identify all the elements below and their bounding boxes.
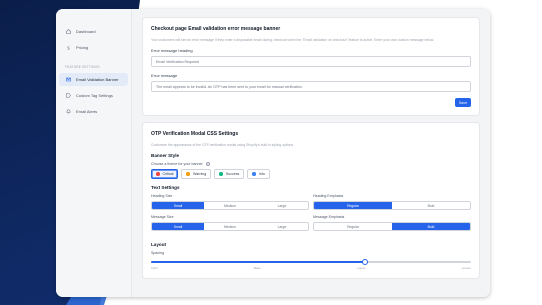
sidebar-item-label: Email Validation Banner — [76, 77, 119, 82]
heading-size-segmented: Small Medium Large — [151, 201, 309, 210]
theme-success-button[interactable]: Success — [214, 169, 245, 179]
spacing-slider[interactable] — [151, 258, 471, 266]
sidebar-item-label: Dashboard — [76, 29, 96, 34]
sidebar: Dashboard $ Pricing Feature Settings Ema… — [56, 9, 132, 297]
success-dot-icon — [219, 172, 223, 176]
theme-critical-button[interactable]: Critical — [151, 169, 179, 179]
layout-heading: Layout — [151, 242, 167, 247]
heading-size-large[interactable]: Large — [256, 202, 308, 209]
bell-icon — [65, 109, 71, 114]
sidebar-item-label: Email Alerts — [76, 109, 98, 114]
card-description: Customize the appearance of the OTP veri… — [151, 143, 295, 147]
theme-warning-button[interactable]: Warning — [181, 169, 212, 179]
theme-info-button[interactable]: Info — [247, 169, 270, 179]
info-dot-icon — [252, 172, 256, 176]
card-title: Checkout page Email validation error mes… — [151, 26, 281, 32]
message-emphasis-segmented: Regular Bold — [313, 222, 471, 231]
card-title: OTP Verification Modal CSS Settings — [151, 131, 239, 137]
message-size-large[interactable]: Large — [256, 223, 308, 230]
dollar-icon: $ — [65, 45, 71, 51]
main-content: Checkout page Email validation error mes… — [132, 9, 490, 297]
tick-label: Loose — [357, 266, 366, 270]
sidebar-item-dashboard[interactable]: Dashboard — [59, 25, 128, 38]
theme-label: Info — [258, 172, 265, 176]
otp-settings-card: OTP Verification Modal CSS Settings Cust… — [142, 122, 480, 279]
sidebar-item-label: Pricing — [76, 45, 89, 50]
slider-fill — [151, 261, 366, 263]
sidebar-item-label: Custom Tag Settings — [76, 93, 113, 98]
message-size-medium[interactable]: Medium — [204, 223, 256, 230]
tag-icon — [65, 93, 71, 98]
sidebar-item-email-alerts[interactable]: Email Alerts — [59, 105, 128, 118]
sidebar-item-email-validation-banner[interactable]: Email Validation Banner — [59, 73, 128, 86]
save-button[interactable]: Save — [455, 98, 471, 107]
heading-size-label: Heading Size — [151, 194, 173, 198]
message-field-label: Error message — [151, 73, 178, 78]
heading-size-small[interactable]: Small — [152, 202, 204, 209]
tick-label: Looser — [461, 266, 471, 270]
theme-options: Critical Warning Success Info — [151, 169, 471, 179]
theme-choose-text: Choose a theme for your banner — [151, 162, 203, 166]
message-size-label: Message Size — [151, 215, 174, 219]
heading-emphasis-label: Heading Emphasis — [313, 194, 344, 198]
theme-label: Warning — [192, 172, 207, 176]
slider-thumb[interactable] — [362, 258, 369, 265]
error-message-input[interactable]: The email appears to be invalid. An OTP … — [151, 81, 471, 92]
banner-style-heading: Banner Style — [151, 153, 180, 158]
theme-label: Critical — [162, 172, 174, 176]
error-heading-input[interactable]: Email Verification Required — [151, 56, 471, 67]
sidebar-item-pricing[interactable]: $ Pricing — [59, 41, 128, 54]
message-emphasis-label: Message Emphasis — [313, 215, 345, 219]
home-icon — [65, 29, 71, 34]
spacing-ticks: Tight Base Loose Looser — [151, 266, 471, 270]
tick-label: Base — [253, 266, 261, 270]
theme-choose-label: Choose a theme for your banner ? — [151, 162, 471, 166]
help-icon[interactable]: ? — [205, 162, 210, 166]
message-size-small[interactable]: Small — [152, 223, 204, 230]
text-settings-heading: Text Settings — [151, 185, 180, 190]
critical-dot-icon — [156, 172, 160, 176]
message-emphasis-bold[interactable]: Bold — [392, 223, 470, 230]
theme-label: Success — [225, 172, 240, 176]
heading-size-medium[interactable]: Medium — [204, 202, 256, 209]
spacing-label: Spacing — [151, 251, 164, 255]
email-banner-card: Checkout page Email validation error mes… — [142, 17, 480, 116]
svg-text:$: $ — [67, 46, 70, 51]
heading-emphasis-regular[interactable]: Regular — [314, 202, 392, 209]
heading-field-label: Error message heading — [151, 48, 193, 53]
message-size-segmented: Small Medium Large — [151, 222, 309, 231]
message-emphasis-regular[interactable]: Regular — [314, 223, 392, 230]
sidebar-section-title: Feature Settings — [65, 65, 100, 69]
card-description: Your customers will see an error message… — [151, 38, 435, 42]
sidebar-item-custom-tag-settings[interactable]: Custom Tag Settings — [59, 89, 128, 102]
warning-dot-icon — [186, 172, 190, 176]
app-window: Dashboard $ Pricing Feature Settings Ema… — [56, 9, 490, 297]
heading-emphasis-bold[interactable]: Bold — [392, 202, 470, 209]
mail-icon — [65, 77, 71, 82]
tick-label: Tight — [151, 266, 158, 270]
heading-emphasis-segmented: Regular Bold — [313, 201, 471, 210]
